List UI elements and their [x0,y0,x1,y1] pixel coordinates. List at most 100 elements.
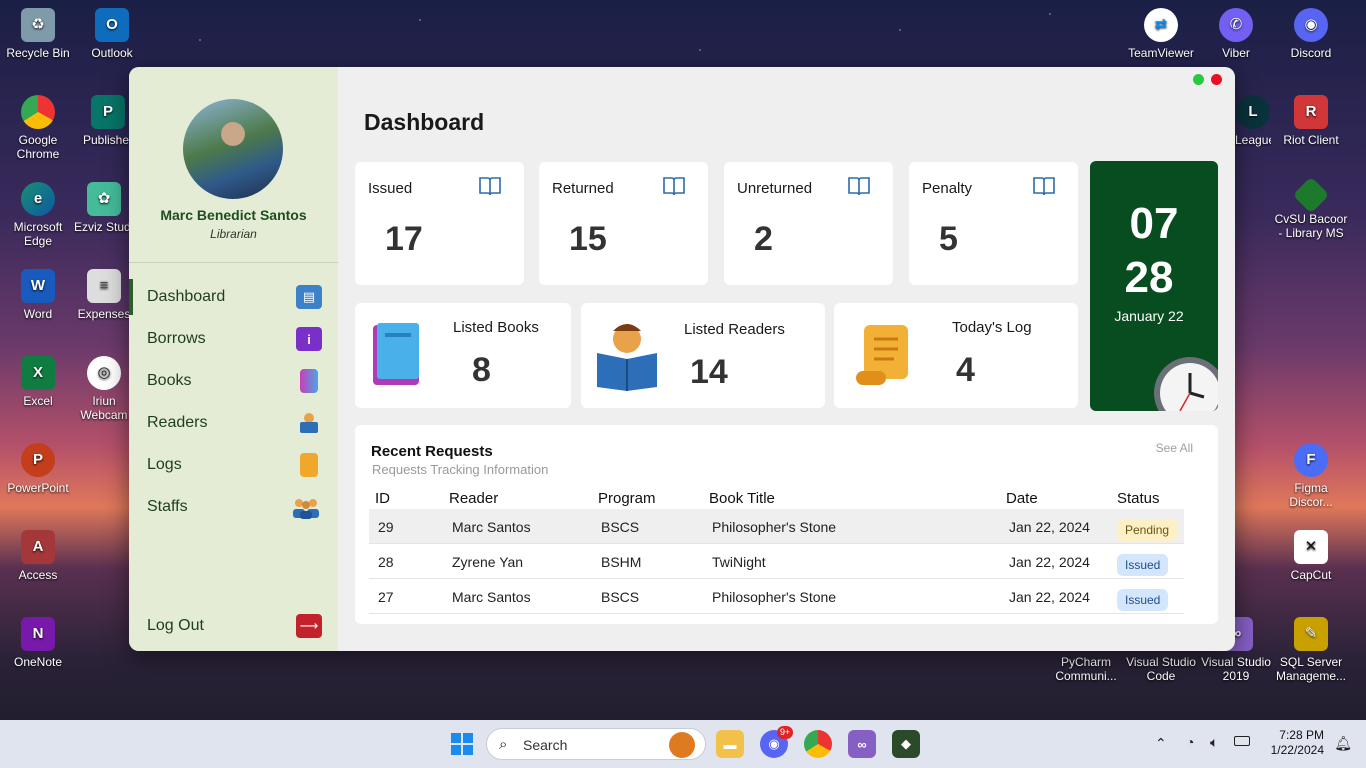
desktop-icon-figma[interactable]: F Figma Discor... [1273,443,1349,509]
sidebar-item-borrows[interactable]: Borrows i [129,321,338,357]
scroll-icon [300,453,318,477]
outlook-icon: O [95,8,129,42]
taskbar-clock[interactable]: 7:28 PM 1/22/2024 [1271,728,1324,758]
desktop-icon-teamviewer[interactable]: ⇄ TeamViewer [1123,8,1199,60]
scroll-icon [856,325,908,385]
column-header-book-title: Book Title [709,490,775,507]
column-header-id: ID [375,490,390,507]
page-title: Dashboard [364,109,485,135]
edge-icon: e [21,182,55,216]
sidebar-item-logs[interactable]: Logs [129,447,338,483]
desktop-icon-expenses[interactable]: ≡ Expenses [74,269,134,321]
desktop-icon-edge[interactable]: e Microsoft Edge [0,182,76,248]
status-badge: Issued [1117,589,1169,611]
file-icon: ≡ [87,269,121,303]
ezviz-icon: ✿ [87,182,121,216]
stat-card-issued: Issued 17 [355,162,524,285]
table-row[interactable]: 29 Marc Santos BSCS Philosopher's Stone … [369,509,1184,544]
stat-card-penalty: Penalty 5 [909,162,1078,285]
publisher-icon: P [91,95,125,129]
search-icon: ⌕ [499,736,508,753]
desktop-icon-library-ms[interactable]: CvSU Bacoor - Library MS [1273,176,1349,240]
open-book-icon [479,177,501,196]
desktop-icon-powerpoint[interactable]: P PowerPoint [0,443,76,495]
reader-icon [296,411,322,435]
clock-icon [1154,357,1218,411]
figma-icon: F [1294,443,1328,477]
iriun-icon: ◎ [87,356,121,390]
desktop-icon-recycle-bin[interactable]: ♻ Recycle Bin [0,8,76,60]
desktop-icon-capcut[interactable]: ✕ CapCut [1273,530,1349,582]
dashboard-icon: ▤ [296,285,322,309]
recycle-bin-icon: ♻ [21,8,55,42]
sidebar-item-readers[interactable]: Readers [129,405,338,441]
sidebar-item-staffs[interactable]: Staffs [129,489,338,525]
reader-icon [597,324,657,391]
desktop-icon-discord[interactable]: ◉ Discord [1273,8,1349,60]
desktop-icon-word[interactable]: W Word [0,269,76,321]
logout-icon: ⟶ [296,614,322,638]
excel-icon: X [21,356,55,390]
riot-icon: R [1294,95,1328,129]
taskbar-search[interactable]: ⌕ Search [486,728,706,760]
desktop-icon-riot[interactable]: R Riot Client [1273,95,1349,147]
taskbar: ⌕ Search ▬ ◉ 9+ ∞ ◆ ⌃ ◔ 🔈︎ 7:28 PM 1/22/… [0,720,1366,768]
battery-icon[interactable] [1234,736,1250,746]
desktop-icon-league[interactable]: LLeague of Legends [1235,95,1271,147]
table-row[interactable]: 28 Zyrene Yan BSHM TwiNight Jan 22, 2024… [369,544,1184,579]
desktop-icon-ezviz[interactable]: ✿ Ezviz Studio [74,182,134,234]
word-icon: W [21,269,55,303]
sidebar-item-dashboard[interactable]: Dashboard ▤ [129,279,338,315]
desktop-icon-excel[interactable]: X Excel [0,356,76,408]
viber-icon: ✆ [1219,8,1253,42]
info-icon: i [296,327,322,351]
start-button[interactable] [448,730,476,758]
open-book-icon [848,177,870,196]
windows-icon [451,733,473,755]
sidebar-divider [129,262,338,263]
see-all-link[interactable]: See All [1156,441,1193,455]
capcut-icon: ✕ [1294,530,1328,564]
logout-button[interactable]: Log Out ⟶ [129,608,338,644]
bell-icon[interactable]: 🔔︎ [1334,735,1352,752]
desktop-icon-onenote[interactable]: N OneNote [0,617,76,669]
volume-icon[interactable]: 🔈︎ [1210,734,1218,751]
column-header-date: Date [1006,490,1038,507]
clock-hour: 07 [1129,199,1179,248]
column-header-status: Status [1117,490,1160,507]
library-app-window: Marc Benedict Santos Librarian Dashboard… [129,67,1235,651]
notification-badge: 9+ [777,726,794,739]
avatar [183,99,283,199]
teamviewer-icon: ⇄ [1144,8,1178,42]
sidebar-item-books[interactable]: Books [129,363,338,399]
desktop-icon-sql-server[interactable]: ✎ SQL Server Manageme... [1273,617,1349,683]
close-button[interactable] [1211,74,1222,85]
maximize-button[interactable] [1193,74,1204,85]
summary-card-listed-books: Listed Books 8 [355,303,571,408]
desktop-icon-access[interactable]: A Access [0,530,76,582]
wifi-icon[interactable]: ◔ [1186,734,1194,750]
search-highlight-icon [669,732,695,758]
table-row[interactable]: 27 Marc Santos BSCS Philosopher's Stone … [369,579,1184,614]
chevron-up-icon[interactable]: ⌃ [1155,735,1167,752]
column-header-reader: Reader [449,490,499,507]
library-ms-icon [1292,176,1330,214]
sql-server-icon: ✎ [1294,617,1328,651]
book-icon [373,323,419,385]
desktop-icon-outlook[interactable]: O Outlook [74,8,150,60]
chrome-taskbar-icon[interactable] [804,730,832,758]
summary-card-todays-log: Today's Log 4 [834,303,1078,408]
access-icon: A [21,530,55,564]
desktop-icon-iriun[interactable]: ◎ Iriun Webcam [74,356,134,422]
staff-icon [290,495,322,519]
open-book-icon [1033,177,1055,196]
visual-studio-taskbar-icon[interactable]: ∞ [848,730,876,758]
recent-requests-panel: Recent Requests Requests Tracking Inform… [355,425,1218,624]
file-explorer-icon[interactable]: ▬ [716,730,744,758]
user-name: Marc Benedict Santos [160,207,307,223]
desktop-icon-viber[interactable]: ✆ Viber [1198,8,1274,60]
library-ms-taskbar-icon[interactable]: ◆ [892,730,920,758]
clock-date: January 22 [1114,308,1184,324]
summary-card-listed-readers: Listed Readers 14 [581,303,825,408]
desktop-icon-chrome[interactable]: Google Chrome [0,95,76,161]
